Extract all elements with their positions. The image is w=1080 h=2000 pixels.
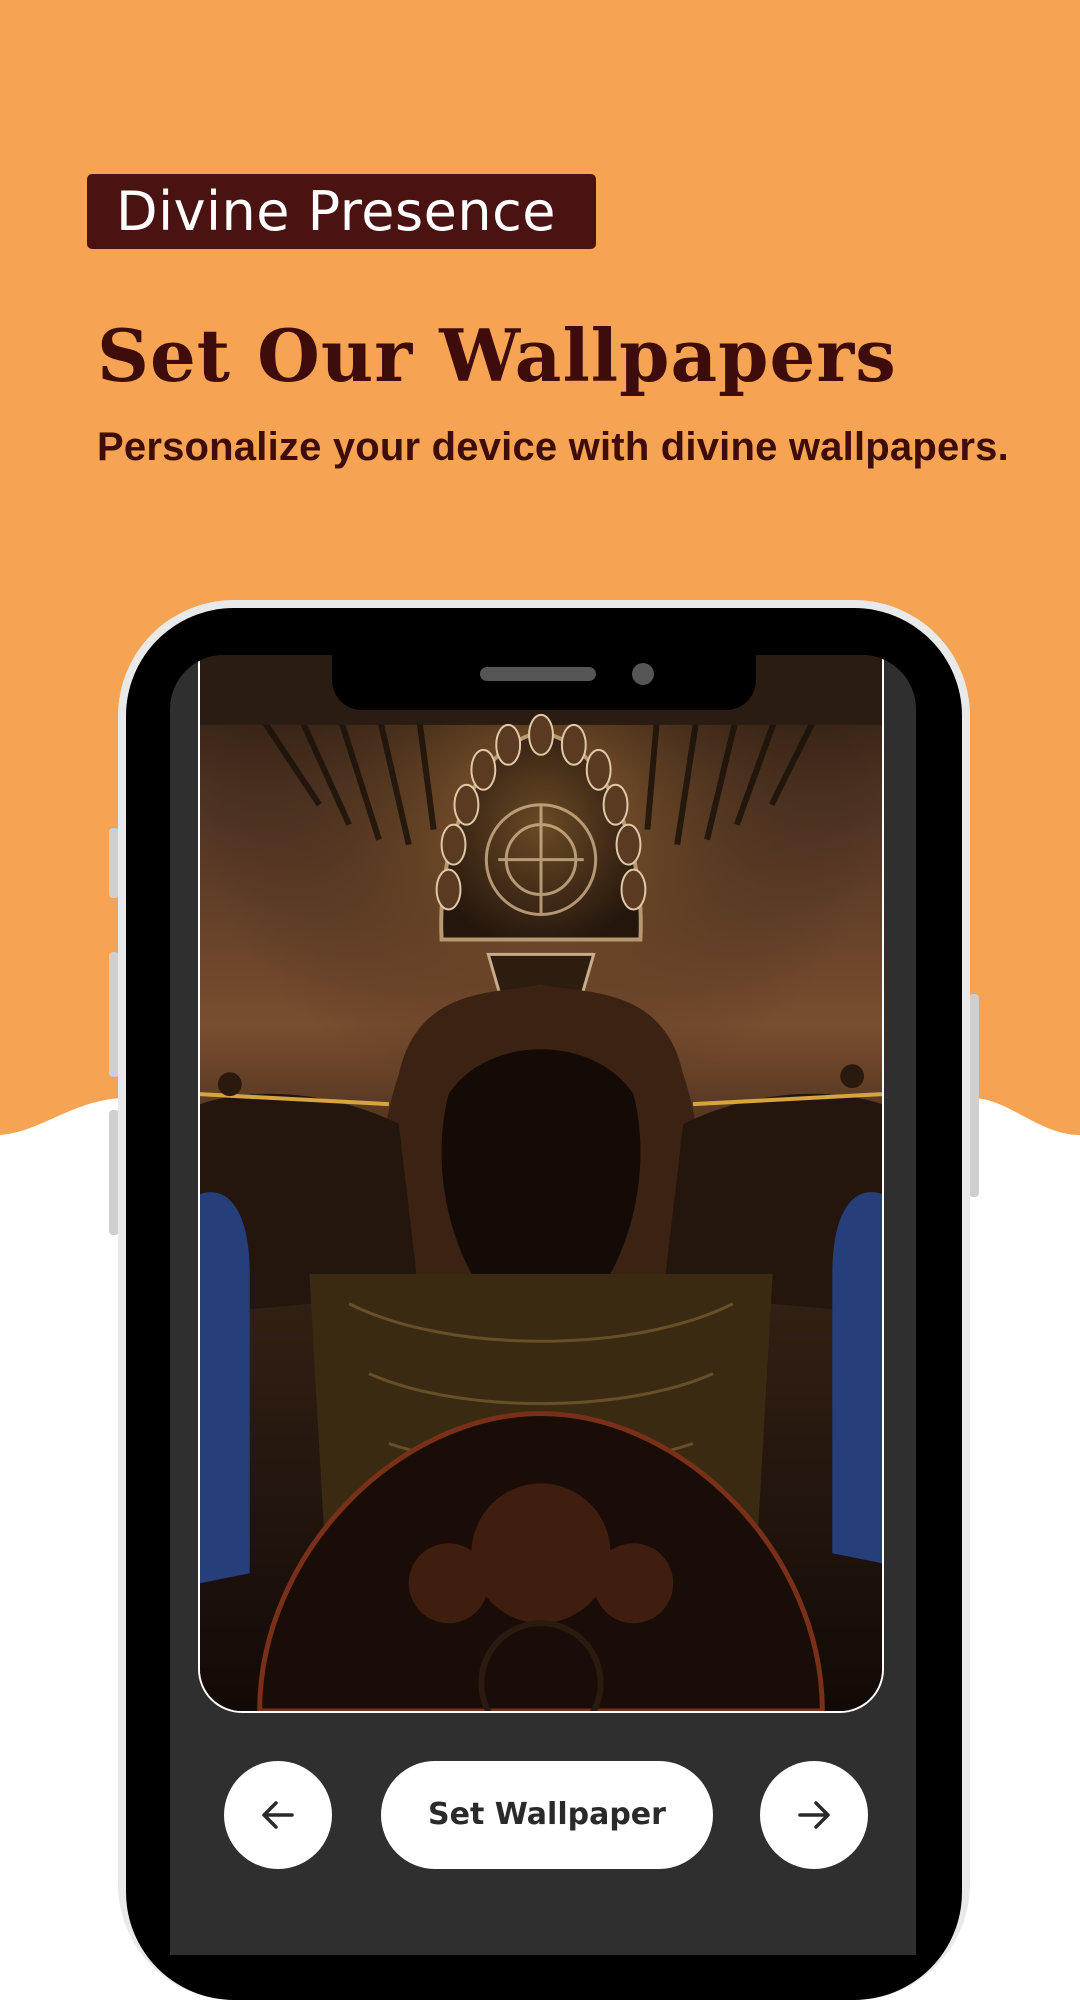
- deity-wallpaper-image: [200, 655, 882, 1711]
- phone-speaker: [480, 667, 596, 681]
- arrow-right-icon: [798, 1801, 830, 1829]
- page-title: Set Our Wallpapers: [97, 313, 897, 398]
- arrow-left-icon: [262, 1801, 294, 1829]
- phone-camera: [632, 663, 654, 685]
- phone-side-button: [969, 994, 979, 1197]
- category-badge: Divine Presence: [87, 174, 596, 249]
- next-wallpaper-button[interactable]: [760, 1761, 868, 1869]
- page-subtitle: Personalize your device with divine wall…: [97, 425, 1009, 469]
- set-wallpaper-button[interactable]: Set Wallpaper: [381, 1761, 713, 1869]
- phone-screen: [170, 655, 916, 1955]
- previous-wallpaper-button[interactable]: [224, 1761, 332, 1869]
- wallpaper-preview: [198, 655, 884, 1713]
